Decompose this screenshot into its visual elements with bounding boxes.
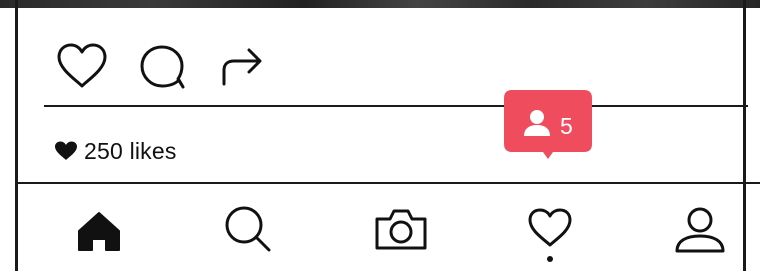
nav-home[interactable] (77, 211, 121, 251)
profile-icon (675, 207, 725, 253)
post-photo (0, 0, 760, 8)
nav-activity[interactable] (526, 206, 574, 248)
phone-frame-left (15, 0, 18, 271)
camera-icon (375, 209, 427, 250)
active-tab-indicator (547, 256, 553, 262)
notification-badge[interactable] (504, 90, 592, 159)
heart-icon (528, 208, 572, 247)
nav-search[interactable] (222, 203, 274, 255)
comment-icon (140, 45, 185, 89)
nav-camera[interactable] (374, 207, 428, 251)
search-icon (225, 206, 271, 252)
share-icon (222, 48, 262, 86)
share-button[interactable] (220, 46, 264, 86)
likes-row[interactable]: 250 likes (54, 137, 177, 165)
like-button[interactable] (54, 42, 110, 90)
phone-frame-right (743, 0, 746, 271)
likes-count: 250 likes (84, 137, 177, 164)
nav-profile[interactable] (673, 205, 727, 253)
comment-button[interactable] (138, 43, 188, 91)
actions-divider (44, 105, 748, 107)
bottom-nav-divider (18, 182, 760, 184)
notification-count: 5 (560, 113, 573, 139)
heart-icon (57, 43, 107, 88)
home-icon (78, 212, 120, 251)
heart-filled-icon (55, 141, 77, 160)
